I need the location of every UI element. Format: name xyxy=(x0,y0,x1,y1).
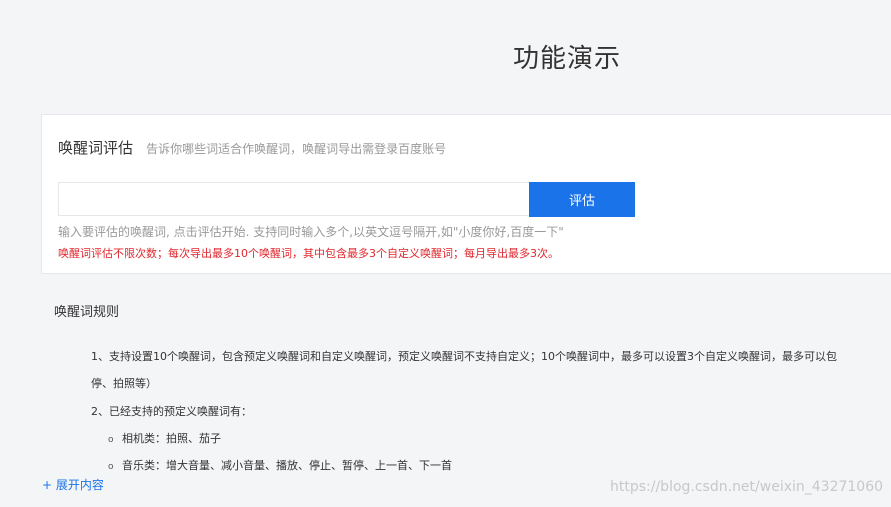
rule-line-1: 1、支持设置10个唤醒词，包含预定义唤醒词和自定义唤醒词，预定义唤醒词不支持自定… xyxy=(91,350,837,363)
list-item: o 相机类：拍照、茄子 xyxy=(108,430,221,446)
list-item-text: 相机类：拍照、茄子 xyxy=(122,432,221,445)
bullet-icon: o xyxy=(108,435,114,445)
list-item-text: 音乐类：增大音量、减小音量、播放、停止、暂停、上一首、下一首 xyxy=(122,459,452,472)
rule-line-1-continued: 停、拍照等） xyxy=(91,377,157,390)
rules-title: 唤醒词规则 xyxy=(54,305,120,320)
card-header: 唤醒词评估 告诉你哪些词适合作唤醒词，唤醒词导出需登录百度账号 xyxy=(58,137,446,158)
page-title: 功能演示 xyxy=(513,44,622,74)
wake-word-input[interactable] xyxy=(58,182,529,216)
watermark: https://blog.csdn.net/weixin_43271060 xyxy=(610,479,884,495)
rule-line-2: 2、已经支持的预定义唤醒词有： xyxy=(91,405,252,418)
card-subtitle: 告诉你哪些词适合作唤醒词，唤醒词导出需登录百度账号 xyxy=(146,142,447,156)
evaluate-button[interactable]: 评估 xyxy=(529,182,635,217)
input-hint: 输入要评估的唤醒词, 点击评估开始. 支持同时输入多个,以英文逗号隔开,如"小度… xyxy=(58,225,564,239)
limit-notice: 唤醒词评估不限次数；每次导出最多10个唤醒词，其中包含最多3个自定义唤醒词；每月… xyxy=(58,247,559,260)
expand-content-link[interactable]: + 展开内容 xyxy=(42,476,104,493)
card-title: 唤醒词评估 xyxy=(58,139,134,157)
wake-word-evaluator-card: 唤醒词评估 告诉你哪些词适合作唤醒词，唤醒词导出需登录百度账号 评估 输入要评估… xyxy=(41,114,891,274)
bullet-icon: o xyxy=(108,462,114,472)
list-item: o 音乐类：增大音量、减小音量、播放、停止、暂停、上一首、下一首 xyxy=(108,457,452,473)
